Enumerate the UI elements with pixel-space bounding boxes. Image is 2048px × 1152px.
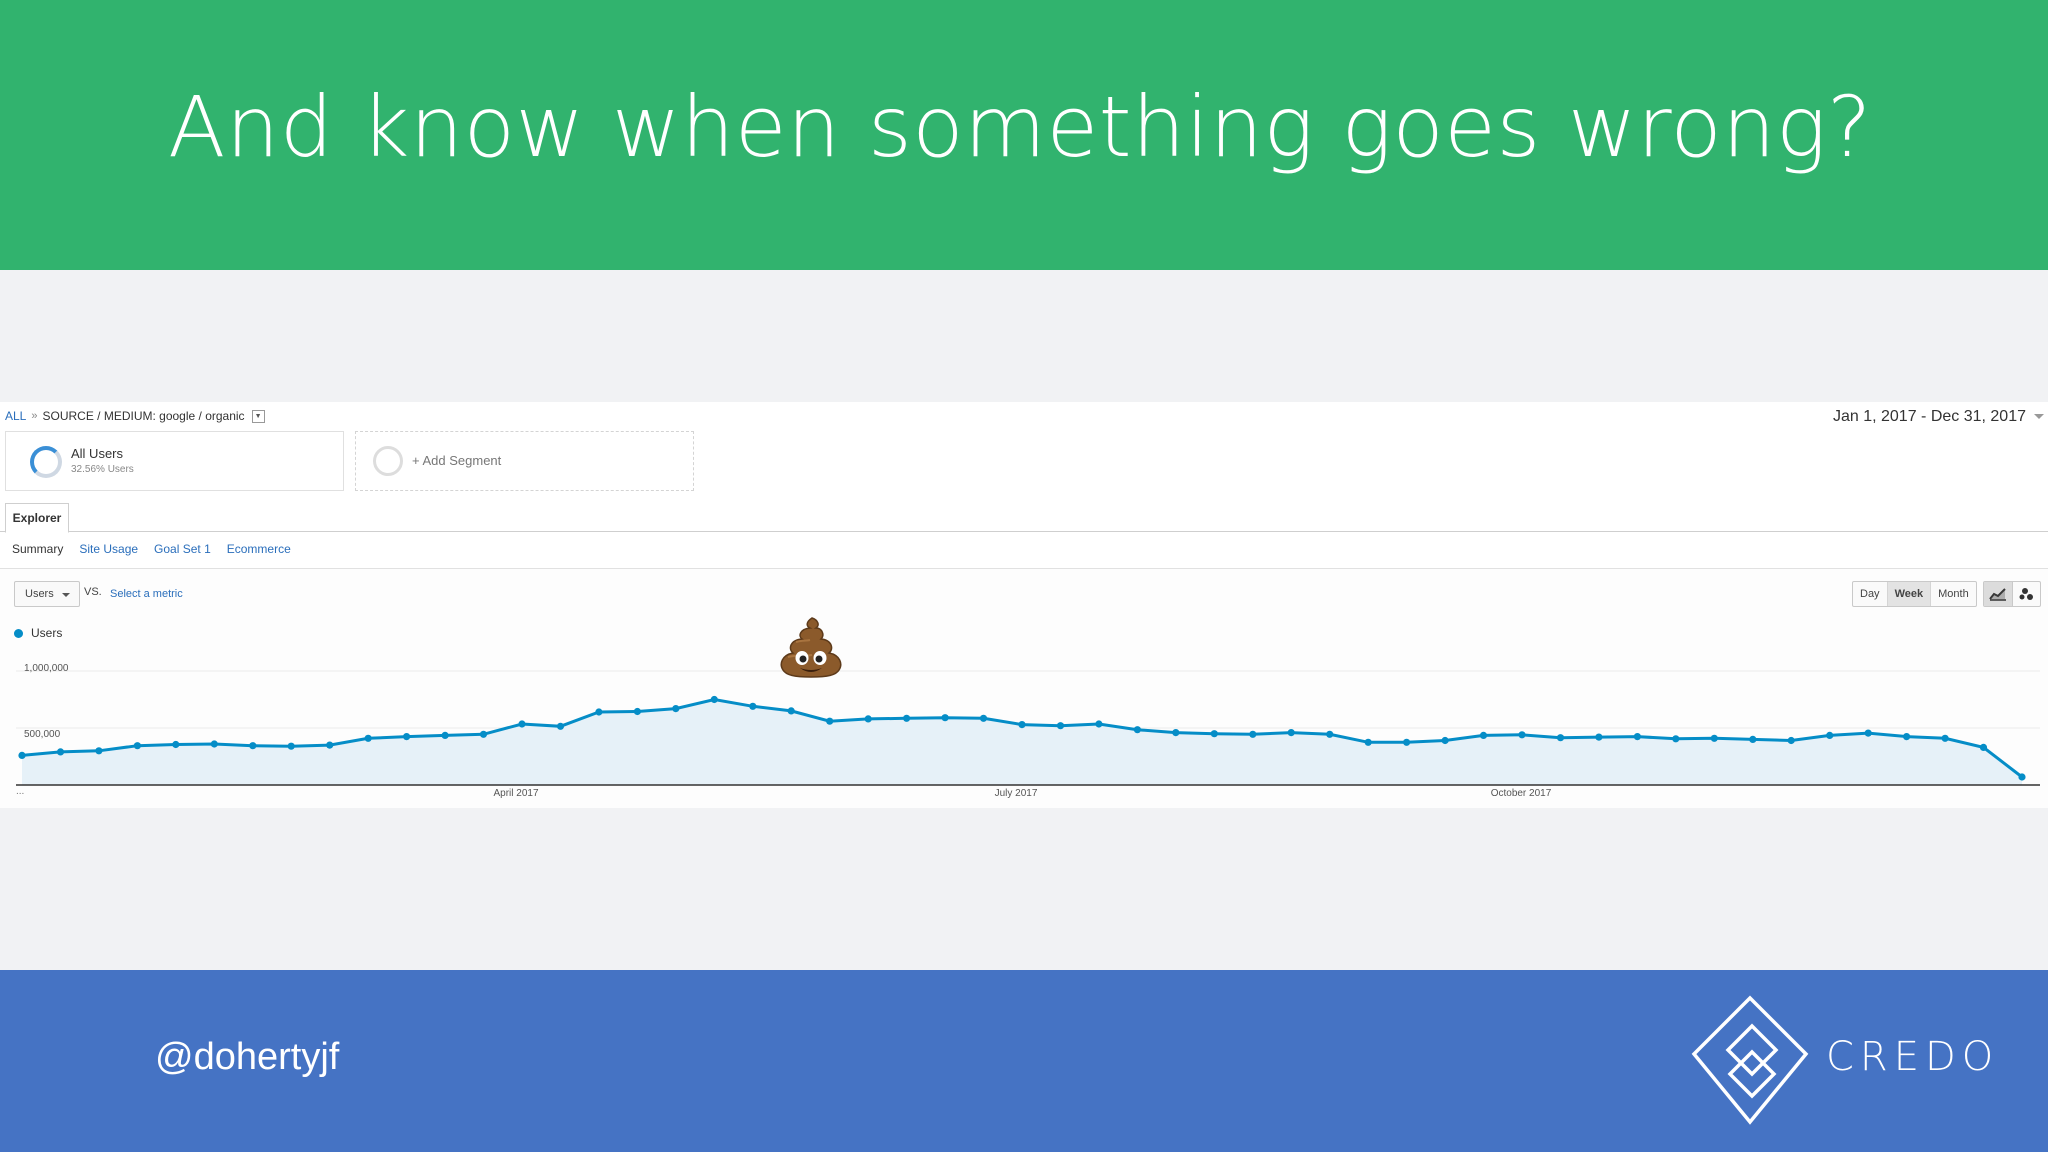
data-point[interactable]	[864, 715, 872, 723]
header-band: And know when something goes wrong?	[0, 0, 2048, 270]
data-point[interactable]	[1326, 730, 1334, 738]
y-tick-1000000: 1,000,000	[24, 663, 69, 674]
data-point[interactable]	[979, 714, 988, 722]
data-point[interactable]	[595, 708, 603, 716]
breadcrumb-separator: »	[31, 410, 38, 422]
data-point[interactable]	[903, 714, 911, 722]
x-tick-july-2017: July 2017	[994, 788, 1038, 799]
data-point[interactable]	[479, 730, 488, 738]
add-segment-label: + Add Segment	[412, 453, 502, 468]
data-point[interactable]	[941, 714, 949, 722]
data-point[interactable]	[1479, 731, 1488, 739]
data-point[interactable]	[287, 742, 295, 750]
x-tick-october-2017: October 2017	[1490, 788, 1552, 799]
data-point[interactable]	[1364, 738, 1372, 746]
users-line-chart	[16, 670, 2040, 786]
segment-name: All Users	[71, 446, 124, 461]
data-point[interactable]	[210, 740, 218, 748]
credo-wordmark: CREDO	[1826, 1034, 2000, 1080]
data-point[interactable]	[249, 742, 257, 750]
credo-diamond-logo	[1691, 995, 1809, 1125]
segment-percent: 32.56% Users	[71, 464, 134, 475]
data-point[interactable]	[1172, 729, 1180, 737]
data-point[interactable]	[633, 707, 642, 716]
segment-ring-icon	[30, 446, 62, 478]
data-point[interactable]	[441, 731, 449, 739]
chart-area: Users VS. Select a metric Day Week Month	[0, 569, 2048, 808]
data-point[interactable]	[1441, 736, 1449, 745]
data-point[interactable]	[326, 741, 334, 749]
data-point[interactable]	[710, 695, 718, 704]
data-point[interactable]	[787, 707, 795, 715]
breadcrumb-source-medium: SOURCE / MEDIUM: google / organic	[42, 409, 245, 423]
data-point[interactable]	[1556, 734, 1565, 742]
x-tick-april-2017: April 2017	[493, 788, 539, 799]
data-point[interactable]	[1826, 731, 1834, 739]
data-point[interactable]	[749, 702, 757, 710]
users-area-fill	[22, 699, 2022, 785]
data-point[interactable]	[1095, 720, 1103, 728]
data-point[interactable]	[1518, 731, 1526, 739]
data-point[interactable]	[1903, 733, 1911, 741]
data-point[interactable]	[2018, 773, 2026, 781]
analytics-panel: ALL » SOURCE / MEDIUM: google / organic …	[0, 402, 2048, 808]
data-point[interactable]	[403, 733, 411, 741]
date-range-caret-icon[interactable]	[2034, 414, 2044, 419]
data-point[interactable]	[1749, 735, 1757, 743]
subtab-goal-set-1[interactable]: Goal Set 1	[154, 542, 211, 556]
data-point[interactable]	[56, 748, 65, 756]
subtab-site-usage[interactable]: Site Usage	[79, 542, 138, 556]
data-point[interactable]	[1864, 729, 1872, 737]
subtab-summary[interactable]: Summary	[12, 542, 63, 556]
y-tick-500000: 500,000	[24, 729, 61, 740]
x-tick-start: ...	[16, 786, 25, 797]
data-point[interactable]	[1056, 722, 1065, 730]
data-point[interactable]	[1787, 736, 1795, 745]
data-point[interactable]	[18, 751, 26, 759]
data-point[interactable]	[518, 720, 526, 728]
data-point[interactable]	[133, 742, 141, 750]
data-point[interactable]	[1210, 730, 1218, 738]
data-point[interactable]	[95, 747, 103, 755]
data-point[interactable]	[1595, 733, 1603, 741]
data-point[interactable]	[364, 734, 372, 742]
add-segment-button[interactable]: + Add Segment	[355, 431, 694, 491]
data-point[interactable]	[1672, 735, 1680, 743]
breadcrumb: ALL » SOURCE / MEDIUM: google / organic …	[5, 409, 265, 423]
empty-segment-ring-icon	[373, 446, 403, 476]
data-point[interactable]	[1710, 734, 1718, 742]
data-point[interactable]	[1979, 743, 1988, 751]
data-point[interactable]	[1633, 733, 1641, 741]
date-range-picker[interactable]: Jan 1, 2017 - Dec 31, 2017	[1833, 408, 2026, 426]
tab-explorer[interactable]: Explorer	[5, 503, 69, 533]
footer-band: @dohertyjf CREDO	[0, 970, 2048, 1152]
subtab-ecommerce[interactable]: Ecommerce	[227, 542, 291, 556]
data-point[interactable]	[1018, 721, 1026, 729]
slide-title: And know when something goes wrong?	[168, 78, 1872, 176]
data-point[interactable]	[826, 717, 834, 725]
data-point[interactable]	[172, 740, 180, 749]
data-point[interactable]	[1133, 726, 1141, 734]
data-point[interactable]	[1249, 730, 1257, 738]
segment-all-users[interactable]: All Users 32.56% Users	[5, 431, 344, 491]
tab-divider	[0, 531, 2048, 532]
breadcrumb-dropdown-icon[interactable]: ▼	[251, 409, 265, 423]
data-point[interactable]	[1287, 729, 1295, 737]
poop-emoji-icon	[780, 617, 842, 678]
explorer-subtabs: Summary Site Usage Goal Set 1 Ecommerce	[12, 542, 291, 556]
breadcrumb-all-link[interactable]: ALL	[5, 409, 26, 423]
data-point[interactable]	[1403, 738, 1411, 746]
data-point[interactable]	[672, 705, 680, 713]
twitter-handle: @dohertyjf	[155, 1036, 340, 1078]
data-point[interactable]	[1941, 734, 1949, 742]
data-point[interactable]	[556, 722, 565, 730]
